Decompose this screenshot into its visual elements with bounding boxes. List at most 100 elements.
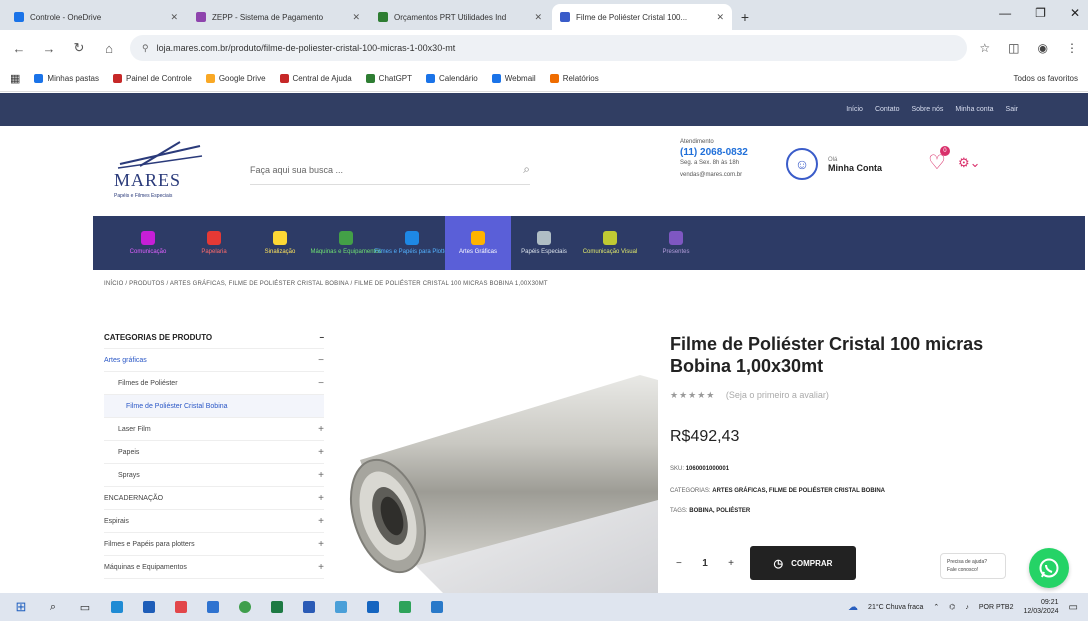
category-nav-item[interactable]: Sinalização [247,216,313,270]
taskbar-app-files-icon[interactable] [138,598,160,616]
whatsapp-button[interactable] [1029,548,1069,588]
taskbar-app-teams-icon[interactable] [330,598,352,616]
sidebar-item[interactable]: Papeis + [104,441,324,464]
top-link[interactable]: Minha conta [955,106,993,113]
browser-tab[interactable]: Orçamentos PRT Utilidades Ind ✕ [370,4,550,30]
apps-icon[interactable]: ▦ [10,72,20,85]
expand-toggle-icon[interactable]: + [318,470,324,481]
new-tab-button[interactable]: + [734,4,756,30]
category-nav-item[interactable]: Máquinas e Equipamentos [310,216,382,270]
sidebar-item[interactable]: Laser Film + [104,418,324,441]
expand-toggle-icon[interactable]: + [318,447,324,458]
sidebar-item[interactable]: Filmes e Papéis para plotters + [104,533,324,556]
tab-close-icon[interactable]: ✕ [716,12,724,23]
category-nav-item[interactable]: Papéis Especiais [511,216,577,270]
sidebar-item[interactable]: Sprays + [104,464,324,487]
top-link[interactable]: Início [846,106,863,113]
weather-icon[interactable]: ☁ [848,602,858,613]
browser-tab[interactable]: ZEPP - Sistema de Pagamento ✕ [188,4,368,30]
expand-toggle-icon[interactable]: + [318,539,324,550]
expand-toggle-icon[interactable]: + [318,516,324,527]
sidebar-item[interactable]: Filme de Poliéster Cristal Bobina [104,395,324,418]
top-link[interactable]: Sobre nós [911,106,943,113]
taskbar-app-edge-icon[interactable] [106,598,128,616]
menu-icon[interactable]: ⋮ [1066,41,1078,55]
reviews-link[interactable]: (Seja o primeiro a avaliar) [726,390,829,400]
site-search-input[interactable]: Faça aqui sua busca ... ⌕ [250,155,530,185]
account-icon[interactable]: ☺ [786,148,818,180]
sidebar-item[interactable]: Filmes de Poliéster − [104,372,324,395]
bookmark-item[interactable]: Painel de Controle [113,74,192,83]
bookmark-item[interactable]: Minhas pastas [34,74,99,83]
sidebar-item[interactable]: Espirais + [104,510,324,533]
profile-icon[interactable]: ◉ [1038,41,1048,55]
category-nav-item[interactable]: Filmes e Papéis para Plotter [374,216,450,270]
start-icon[interactable]: ⊞ [10,598,32,616]
clock[interactable]: 09:21 12/03/2024 [1024,598,1059,616]
search-icon[interactable]: ⌕ [523,162,530,177]
taskbar-app-mail-icon[interactable] [202,598,224,616]
home-icon[interactable]: ⌂ [100,41,118,56]
reload-icon[interactable]: ↻ [70,40,88,56]
top-link[interactable]: Sair [1006,106,1018,113]
tags-value[interactable]: BOBINA, POLIÉSTER [689,508,750,514]
qty-input[interactable]: 1 [702,558,708,569]
cart-icon[interactable]: ⚙⌄ [958,155,981,171]
help-tooltip[interactable]: Precisa de ajuda? Fale conosco! [940,553,1006,579]
taskbar-app-other-icon[interactable] [426,598,448,616]
notifications-icon[interactable]: ▭ [1069,602,1078,613]
taskbar-app-outlook-icon[interactable] [362,598,384,616]
maximize-icon[interactable]: ❐ [1035,6,1046,20]
bookmark-item[interactable]: Webmail [491,74,536,83]
sidebar-item[interactable]: Artes gráficas − [104,349,324,372]
browser-tab[interactable]: Controle - OneDrive ✕ [6,4,186,30]
bookmark-item[interactable]: Relatórios [549,74,599,83]
categories-value[interactable]: ARTES GRÁFICAS, FILME DE POLIÉSTER CRIST… [712,488,885,494]
tray-arrow-icon[interactable]: ⌃ [933,603,939,611]
category-nav-item[interactable]: Artes Gráficas [445,216,511,270]
volume-icon[interactable]: ♪ [965,604,969,611]
bookmark-item[interactable]: Google Drive [205,74,266,83]
category-nav-item[interactable]: Papelaria [181,216,247,270]
taskbar-app-store-icon[interactable] [170,598,192,616]
top-link[interactable]: Contato [875,106,900,113]
qty-plus-button[interactable]: + [728,558,734,569]
bookmark-item[interactable]: Calendário [426,74,478,83]
site-info-icon[interactable]: ⚲ [142,43,149,54]
expand-toggle-icon[interactable]: + [318,424,324,435]
bookmark-item[interactable]: Central de Ajuda [279,74,352,83]
category-nav-item[interactable]: Presentes [643,216,709,270]
expand-toggle-icon[interactable]: + [318,493,324,504]
all-bookmarks-link[interactable]: Todos os favoritos [1014,74,1078,83]
taskbar-search-icon[interactable]: ⌕ [42,598,64,616]
weather-text[interactable]: 21°C Chuva fraca [868,604,923,611]
buy-button[interactable]: ◷ COMPRAR [750,546,856,580]
sidebar-item[interactable]: Máquinas e Equipamentos + [104,556,324,579]
url-input[interactable]: ⚲ loja.mares.com.br/produto/filme-de-pol… [130,35,968,61]
taskbar-app-excel-icon[interactable] [266,598,288,616]
back-icon[interactable]: ← [10,41,28,56]
tab-close-icon[interactable]: ✕ [170,12,178,23]
product-image[interactable] [340,330,658,600]
taskbar-app-whatsapp-icon[interactable] [394,598,416,616]
sidebar-item[interactable]: ENCADERNAÇÃO + [104,487,324,510]
browser-tab[interactable]: Filme de Poliéster Cristal 100... ✕ [552,4,732,30]
category-nav-item[interactable]: Comunicação Visual [577,216,643,270]
phone-email[interactable]: vendas@mares.com.br [680,171,780,180]
close-icon[interactable]: ✕ [1070,6,1080,20]
language-indicator[interactable]: POR PTB2 [979,604,1014,611]
category-nav-item[interactable]: Comunicação [115,216,181,270]
network-icon[interactable]: ⌬ [949,603,955,611]
bookmark-item[interactable]: ChatGPT [365,74,412,83]
expand-toggle-icon[interactable]: + [318,562,324,573]
tab-close-icon[interactable]: ✕ [534,12,542,23]
expand-toggle-icon[interactable]: − [318,355,324,366]
taskbar-app-chrome-icon[interactable] [234,598,256,616]
account-link[interactable]: Olá Minha Conta [828,157,882,173]
collapse-icon[interactable]: − [319,333,324,342]
tab-close-icon[interactable]: ✕ [352,12,360,23]
forward-icon[interactable]: → [40,41,58,56]
qty-minus-button[interactable]: − [676,558,682,569]
minimize-icon[interactable]: — [999,6,1011,20]
task-view-icon[interactable]: ▭ [74,598,96,616]
